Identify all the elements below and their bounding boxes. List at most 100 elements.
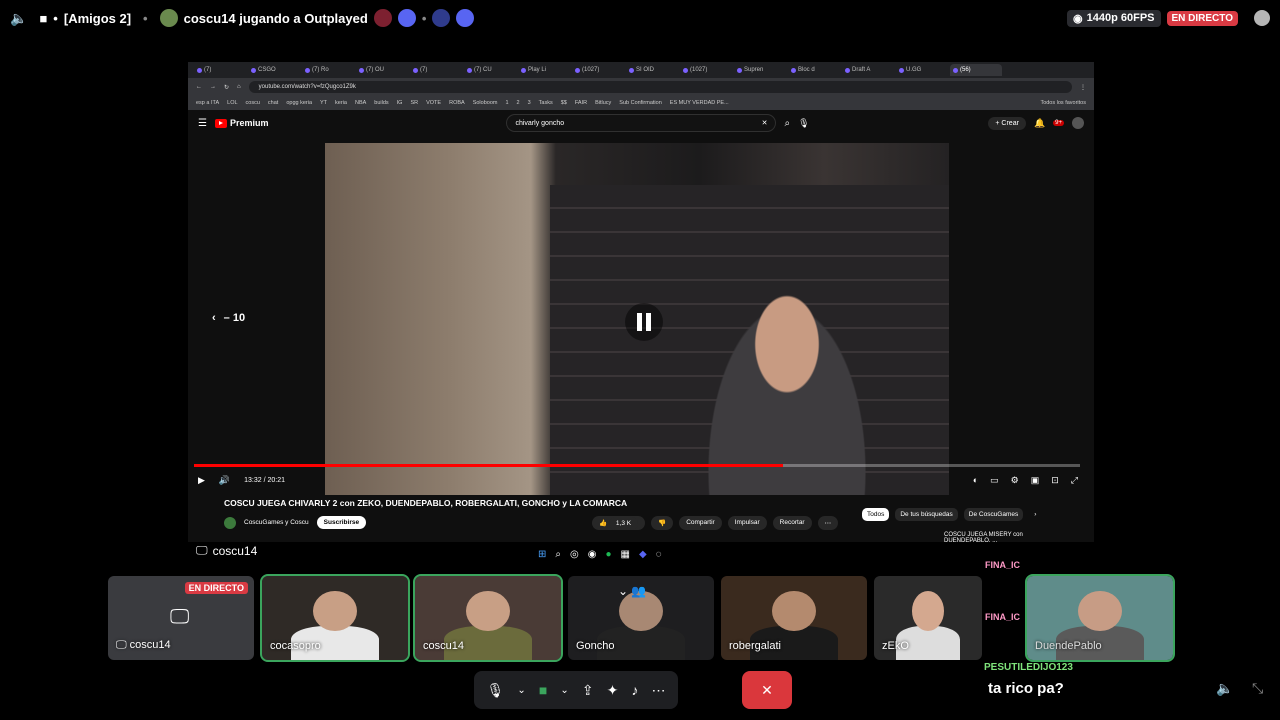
fullscreen-exit-icon[interactable]: ⤡ [1252, 680, 1263, 697]
search-input[interactable]: chivarly goncho ✕ [506, 114, 777, 132]
search-icon[interactable]: ⌕ [784, 118, 790, 129]
mic-icon[interactable]: 🎙 [798, 118, 809, 129]
speaker-icon[interactable]: 🔈 [10, 10, 27, 27]
bookmark-item[interactable]: YT [320, 100, 327, 106]
chevron-down-icon[interactable]: ⌄ [517, 685, 525, 696]
browser-tab[interactable]: (1027) [572, 64, 624, 76]
browser-tab[interactable]: (7) [194, 64, 246, 76]
settings-icon[interactable]: ⚙ [1011, 475, 1019, 486]
bookmark-item[interactable]: Soloboom [473, 100, 498, 106]
fullscreen-icon[interactable]: ⤢ [1071, 475, 1078, 486]
video-frame[interactable] [325, 143, 949, 495]
bookmark-item[interactable]: 2 [517, 100, 520, 106]
reload-icon[interactable]: ↻ [224, 84, 229, 91]
browser-tab[interactable]: Bloc d [788, 64, 840, 76]
dislike-button[interactable]: 👎 [651, 516, 674, 530]
participant-tile[interactable]: zEkO [874, 576, 982, 660]
browser-tab[interactable]: Play Li [518, 64, 570, 76]
participant-tile[interactable]: DuendePablo [1025, 574, 1175, 662]
bookmark-item[interactable]: VOTE [426, 100, 441, 106]
browser-tab[interactable]: (56) [950, 64, 1002, 76]
bookmark-item[interactable]: Tasks [539, 100, 553, 106]
chevron-right-icon[interactable]: › [1029, 508, 1041, 521]
screen-share-icon[interactable]: ⇪ [582, 682, 594, 699]
bookmark-item[interactable]: ES MUY VERDAD PE... [670, 100, 729, 106]
bookmark-item[interactable]: FAIR [575, 100, 587, 106]
channel-avatar[interactable] [224, 516, 236, 529]
volume-icon[interactable]: 🔊 [219, 475, 230, 486]
bookmark-item[interactable]: 1 [505, 100, 508, 106]
url-field[interactable]: youtube.com/watch?v=fzQugco1Z9k [248, 81, 1072, 93]
browser-tab[interactable]: (7) CU [464, 64, 516, 76]
discord-icon[interactable]: ◆ [639, 549, 647, 560]
cast-icon[interactable]: ⊡ [1051, 475, 1059, 486]
bookmark-item[interactable]: LOL [227, 100, 237, 106]
create-button[interactable]: + Crear [988, 116, 1026, 130]
forward-icon[interactable]: → [210, 84, 216, 90]
bookmark-item[interactable]: Bitlucy [595, 100, 611, 106]
search-icon[interactable]: ⌕ [555, 549, 561, 560]
bookmark-item[interactable]: opgg keria [286, 100, 312, 106]
related-video-title[interactable]: COSCU JUEGA MISERY con DUENDEPABLO, ... [944, 532, 1064, 542]
camera-icon[interactable]: ■ [539, 682, 547, 698]
bookmark-item[interactable]: IG [397, 100, 403, 106]
participant-tile[interactable]: EN DIRECTO 🖵 🖵 coscu14 [108, 576, 254, 660]
participant-tile[interactable]: cocasopro [260, 574, 410, 662]
activities-icon[interactable]: ✦ [607, 682, 619, 699]
bell-icon[interactable]: 🔔 [1034, 118, 1045, 129]
mic-icon[interactable]: 🎙 [487, 682, 505, 699]
app-icon[interactable]: ◌ [656, 549, 662, 560]
bookmark-item[interactable]: esp a ITA [196, 100, 219, 106]
windows-icon[interactable]: ⊞ [538, 549, 546, 560]
bookmark-item[interactable]: Sub Confirmation [619, 100, 662, 106]
participant-tile[interactable]: coscu14 [413, 574, 563, 662]
bookmark-item[interactable]: builds [374, 100, 388, 106]
chip-searches[interactable]: De tus búsquedas [895, 508, 958, 521]
participant-tile[interactable]: ⌄ 👥 Goncho [568, 576, 714, 660]
spotify-icon[interactable]: ● [605, 549, 611, 560]
play-icon[interactable]: ▶ [198, 475, 205, 486]
back-icon[interactable]: ← [196, 84, 202, 90]
bookmark-item[interactable]: keria [335, 100, 347, 106]
extensions-icon[interactable]: ⋮ [1080, 84, 1086, 91]
promote-button[interactable]: Impulsar [727, 516, 767, 530]
miniplayer-icon[interactable]: ▣ [1031, 475, 1040, 486]
youtube-logo[interactable]: Premium [214, 118, 268, 128]
chevron-down-icon[interactable]: ⌄ [560, 685, 568, 696]
progress-bar[interactable] [194, 464, 1080, 467]
stream-quality[interactable]: ◉ 1440p 60FPS [1067, 9, 1161, 27]
bookmark-item[interactable]: chat [268, 100, 278, 106]
subtitles-icon[interactable]: ▭ [990, 475, 999, 486]
bookmark-item[interactable]: coscu [246, 100, 260, 106]
chip-channel[interactable]: De CoscuGames [963, 508, 1024, 521]
browser-tab[interactable]: (7) Ro [302, 64, 354, 76]
browser-tab[interactable]: (7) [410, 64, 462, 76]
bookmark-item[interactable]: $$ [561, 100, 567, 106]
soundboard-icon[interactable]: ♪ [631, 682, 638, 698]
bookmark-item[interactable]: NBA [355, 100, 366, 106]
participant-menu[interactable]: ⌄ 👥 [618, 584, 646, 598]
autoplay-toggle[interactable]: ◐ [973, 475, 978, 486]
pause-icon[interactable] [625, 303, 663, 341]
share-button[interactable]: Compartir [679, 516, 722, 530]
home-icon[interactable]: ⌂ [237, 84, 241, 90]
menu-icon[interactable]: ☰ [198, 118, 207, 129]
participant-tile[interactable]: robergalati [721, 576, 867, 660]
clip-button[interactable]: Recortar [772, 516, 812, 530]
like-button[interactable]: 👍 1,3 K [592, 516, 646, 530]
browser-tab[interactable]: (7) OU [356, 64, 408, 76]
clear-icon[interactable]: ✕ [762, 119, 768, 127]
chrome-icon[interactable]: ◉ [588, 549, 597, 560]
channel-name[interactable]: [Amigos 2] [64, 11, 131, 26]
browser-tab[interactable]: CSGO [248, 64, 300, 76]
browser-tab[interactable]: Draft A [842, 64, 894, 76]
browser-tab[interactable]: U.GG [896, 64, 948, 76]
volume-icon[interactable]: 🔈 [1216, 680, 1233, 697]
all-bookmarks[interactable]: Todos los favoritos [1040, 100, 1086, 106]
channel-name[interactable]: CoscuGames y Coscu [244, 519, 309, 526]
disconnect-button[interactable]: ✕ [742, 671, 792, 709]
bookmark-item[interactable]: ROBA [449, 100, 465, 106]
browser-tab[interactable]: Supren [734, 64, 786, 76]
more-icon[interactable]: ⋯ [651, 682, 665, 699]
bookmark-item[interactable]: SR [410, 100, 418, 106]
